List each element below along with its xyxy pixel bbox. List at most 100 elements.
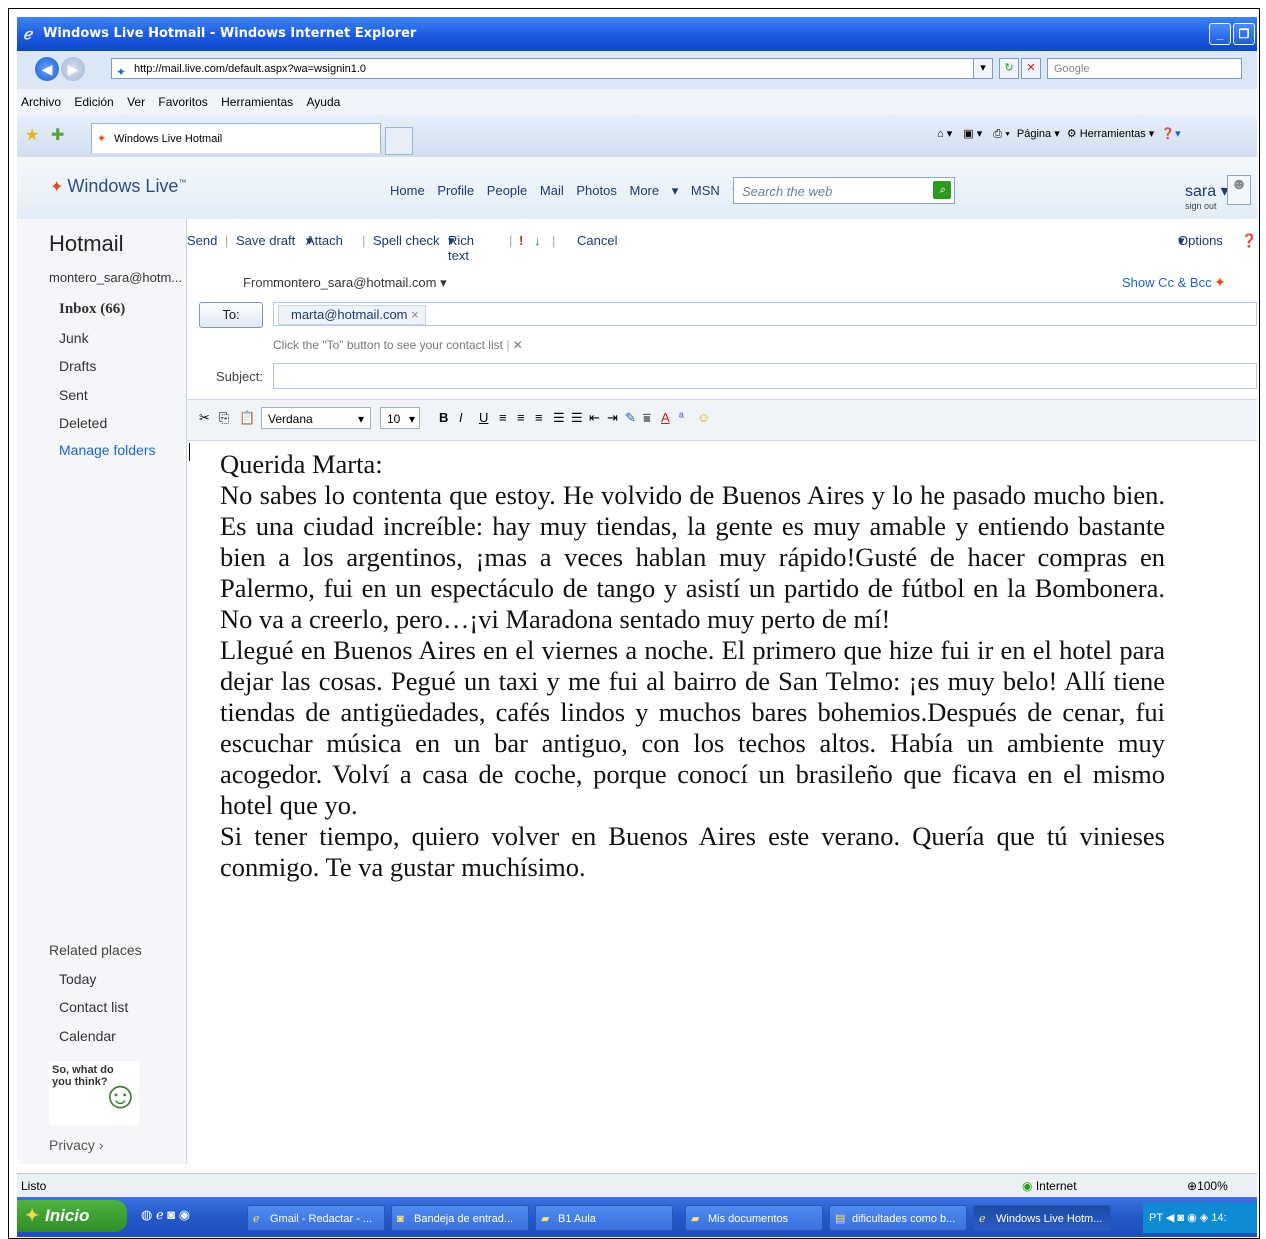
menu-herramientas[interactable]: Herramientas bbox=[221, 95, 293, 109]
copy-icon[interactable]: ⎘ bbox=[219, 410, 229, 426]
nav-mail[interactable]: Mail bbox=[540, 183, 564, 198]
highlight-icon[interactable]: ✎ bbox=[625, 410, 636, 426]
folder-drafts[interactable]: Drafts bbox=[59, 358, 96, 374]
feeds-icon[interactable]: ▣ ▾ bbox=[963, 128, 982, 140]
to-field[interactable]: marta@hotmail.com × bbox=[273, 302, 1257, 326]
related-today[interactable]: Today bbox=[59, 971, 96, 987]
refresh-button[interactable]: ↻ bbox=[999, 58, 1019, 79]
dismiss-hint-icon[interactable]: ✕ bbox=[513, 338, 523, 352]
related-contact-list[interactable]: Contact list bbox=[59, 999, 128, 1015]
spell-check-button[interactable]: Spell check bbox=[373, 233, 439, 248]
nav-home[interactable]: Home bbox=[390, 183, 425, 198]
help-icon[interactable]: ❓ bbox=[1241, 233, 1257, 249]
formatting-toolbar: ✂ ⎘ 📋 Verdana ▾ 10 ▾ B I U ≡ ≡ ≡ ☰ ☰ ⇤ ⇥ ✎… bbox=[187, 399, 1257, 441]
nav-photos[interactable]: Photos bbox=[576, 183, 616, 198]
bold-icon[interactable]: B bbox=[439, 410, 448, 425]
show-cc-bcc-link[interactable]: Show Cc & Bcc bbox=[1122, 275, 1212, 290]
task-gmail[interactable]: ℯ Gmail - Redactar - ... bbox=[247, 1205, 385, 1231]
to-button[interactable]: To: bbox=[199, 302, 263, 328]
menu-ayuda[interactable]: Ayuda bbox=[307, 95, 341, 109]
recipient-chip[interactable]: marta@hotmail.com × bbox=[278, 305, 426, 325]
folder-deleted[interactable]: Deleted bbox=[59, 415, 107, 431]
avatar[interactable]: ☻ bbox=[1227, 175, 1251, 205]
menu-favoritos[interactable]: Favoritos bbox=[158, 95, 207, 109]
folder-inbox[interactable]: Inbox (66) bbox=[59, 301, 125, 318]
subject-input[interactable] bbox=[273, 363, 1257, 389]
from-select[interactable]: montero_sara@hotmail.com ▾ bbox=[273, 275, 447, 291]
language-indicator[interactable]: PT bbox=[1149, 1212, 1163, 1224]
send-button[interactable]: Send bbox=[187, 233, 217, 248]
menu-archivo[interactable]: Archivo bbox=[21, 95, 61, 109]
minimize-button[interactable]: _ bbox=[1209, 23, 1231, 45]
nav-msn[interactable]: MSN ▾ bbox=[691, 183, 739, 198]
task-dificultades[interactable]: ▤ dificultades como b... bbox=[829, 1205, 967, 1231]
nav-more[interactable]: More ▾ bbox=[629, 183, 678, 198]
home-icon[interactable]: ⌂ ▾ bbox=[937, 128, 952, 140]
underline-icon[interactable]: U bbox=[479, 410, 488, 425]
windows-live-logo[interactable]: ✦ Windows Live™ bbox=[50, 176, 186, 197]
back-button[interactable]: ◀ bbox=[35, 57, 59, 81]
align-center-icon[interactable]: ≡ bbox=[517, 410, 525, 425]
numbered-list-icon[interactable]: ☰ bbox=[553, 410, 565, 426]
nav-people[interactable]: People bbox=[487, 183, 527, 198]
sign-out-link[interactable]: sign out bbox=[1185, 201, 1217, 211]
align-right-icon[interactable]: ≡ bbox=[535, 410, 543, 425]
user-menu[interactable]: sara ▾ bbox=[1185, 181, 1229, 201]
font-color-icon[interactable]: A bbox=[661, 410, 670, 425]
task-mis-documentos[interactable]: ▰ Mis documentos bbox=[685, 1205, 823, 1231]
manage-folders-link[interactable]: Manage folders bbox=[59, 442, 156, 458]
start-button[interactable]: ✦ Inicio bbox=[17, 1200, 127, 1232]
message-body[interactable]: Querida Marta: No sabes lo contenta que … bbox=[220, 449, 1165, 883]
paste-icon[interactable]: 📋 bbox=[239, 410, 255, 426]
maximize-button[interactable]: ❐ bbox=[1233, 23, 1255, 45]
browser-search-input[interactable]: Google bbox=[1047, 58, 1242, 79]
zoom-control[interactable]: ⊕100% bbox=[1187, 1174, 1228, 1198]
cancel-button[interactable]: Cancel bbox=[577, 233, 617, 248]
folder-junk[interactable]: Junk bbox=[59, 330, 89, 346]
menu-ver[interactable]: Ver bbox=[127, 95, 145, 109]
insert-line-icon[interactable]: ⩸ bbox=[643, 410, 651, 426]
remove-recipient-icon[interactable]: × bbox=[411, 307, 419, 322]
options-menu[interactable]: Options ▾ bbox=[1178, 233, 1223, 249]
tab-hotmail[interactable]: ✦ Windows Live Hotmail bbox=[91, 123, 381, 153]
privacy-link[interactable]: Privacy › bbox=[49, 1137, 103, 1153]
task-b1-aula[interactable]: ▰ B1 Aula bbox=[535, 1205, 673, 1231]
hotmail-title[interactable]: Hotmail bbox=[49, 231, 124, 257]
print-icon[interactable]: ⎙ ▾ bbox=[993, 128, 1009, 140]
task-bandeja[interactable]: ◙ Bandeja de entrad... bbox=[391, 1205, 529, 1231]
folder-sent[interactable]: Sent bbox=[59, 387, 88, 403]
stop-button[interactable]: ✕ bbox=[1021, 58, 1041, 79]
url-input[interactable]: ✦ http://mail.live.com/default.aspx?wa=w… bbox=[111, 58, 981, 79]
page-menu[interactable]: Página ▾ bbox=[1017, 128, 1060, 140]
search-icon[interactable]: ⌕ bbox=[933, 181, 951, 199]
feedback-box[interactable]: So, what do you think? ☺ bbox=[49, 1061, 140, 1125]
task-hotmail[interactable]: ℯ Windows Live Hotm... bbox=[973, 1205, 1111, 1231]
rich-text-button[interactable]: Rich text ▾ bbox=[448, 233, 474, 263]
font-family-select[interactable]: Verdana ▾ bbox=[261, 407, 371, 429]
tools-menu[interactable]: ⚙ Herramientas ▾ bbox=[1067, 128, 1155, 140]
font-size-select[interactable]: 10 ▾ bbox=[380, 407, 420, 429]
menu-edicion[interactable]: Edición bbox=[74, 95, 113, 109]
related-calendar[interactable]: Calendar bbox=[59, 1028, 116, 1044]
importance-high-icon[interactable]: ! bbox=[519, 233, 523, 248]
forward-button[interactable]: ▶ bbox=[61, 57, 85, 81]
emoticon-icon[interactable]: ☺ bbox=[697, 410, 710, 425]
italic-icon[interactable]: I bbox=[459, 410, 463, 425]
favorites-star-icon[interactable]: ★ bbox=[25, 125, 39, 145]
bulleted-list-icon[interactable]: ☰ bbox=[571, 410, 583, 426]
spellcheck-icon[interactable]: ª bbox=[679, 410, 684, 425]
cut-icon[interactable]: ✂ bbox=[199, 410, 210, 426]
new-tab-button[interactable] bbox=[385, 127, 413, 155]
align-left-icon[interactable]: ≡ bbox=[499, 410, 507, 425]
save-draft-button[interactable]: Save draft bbox=[236, 233, 295, 248]
nav-profile[interactable]: Profile bbox=[437, 183, 474, 198]
web-search-input[interactable]: Search the web ⌕ bbox=[733, 177, 955, 204]
quicklaunch-icons[interactable]: ◍ ℯ ◙ ◉ bbox=[141, 1207, 190, 1223]
add-favorites-icon[interactable]: ✚ bbox=[51, 125, 64, 145]
importance-low-icon[interactable]: ↓ bbox=[534, 233, 541, 248]
help-icon[interactable]: ❓▾ bbox=[1161, 128, 1180, 140]
attach-button[interactable]: Attach ▾ bbox=[306, 233, 343, 249]
decrease-indent-icon[interactable]: ⇤ bbox=[589, 410, 600, 426]
address-dropdown-button[interactable]: ▾ bbox=[973, 58, 993, 79]
increase-indent-icon[interactable]: ⇥ bbox=[607, 410, 618, 426]
